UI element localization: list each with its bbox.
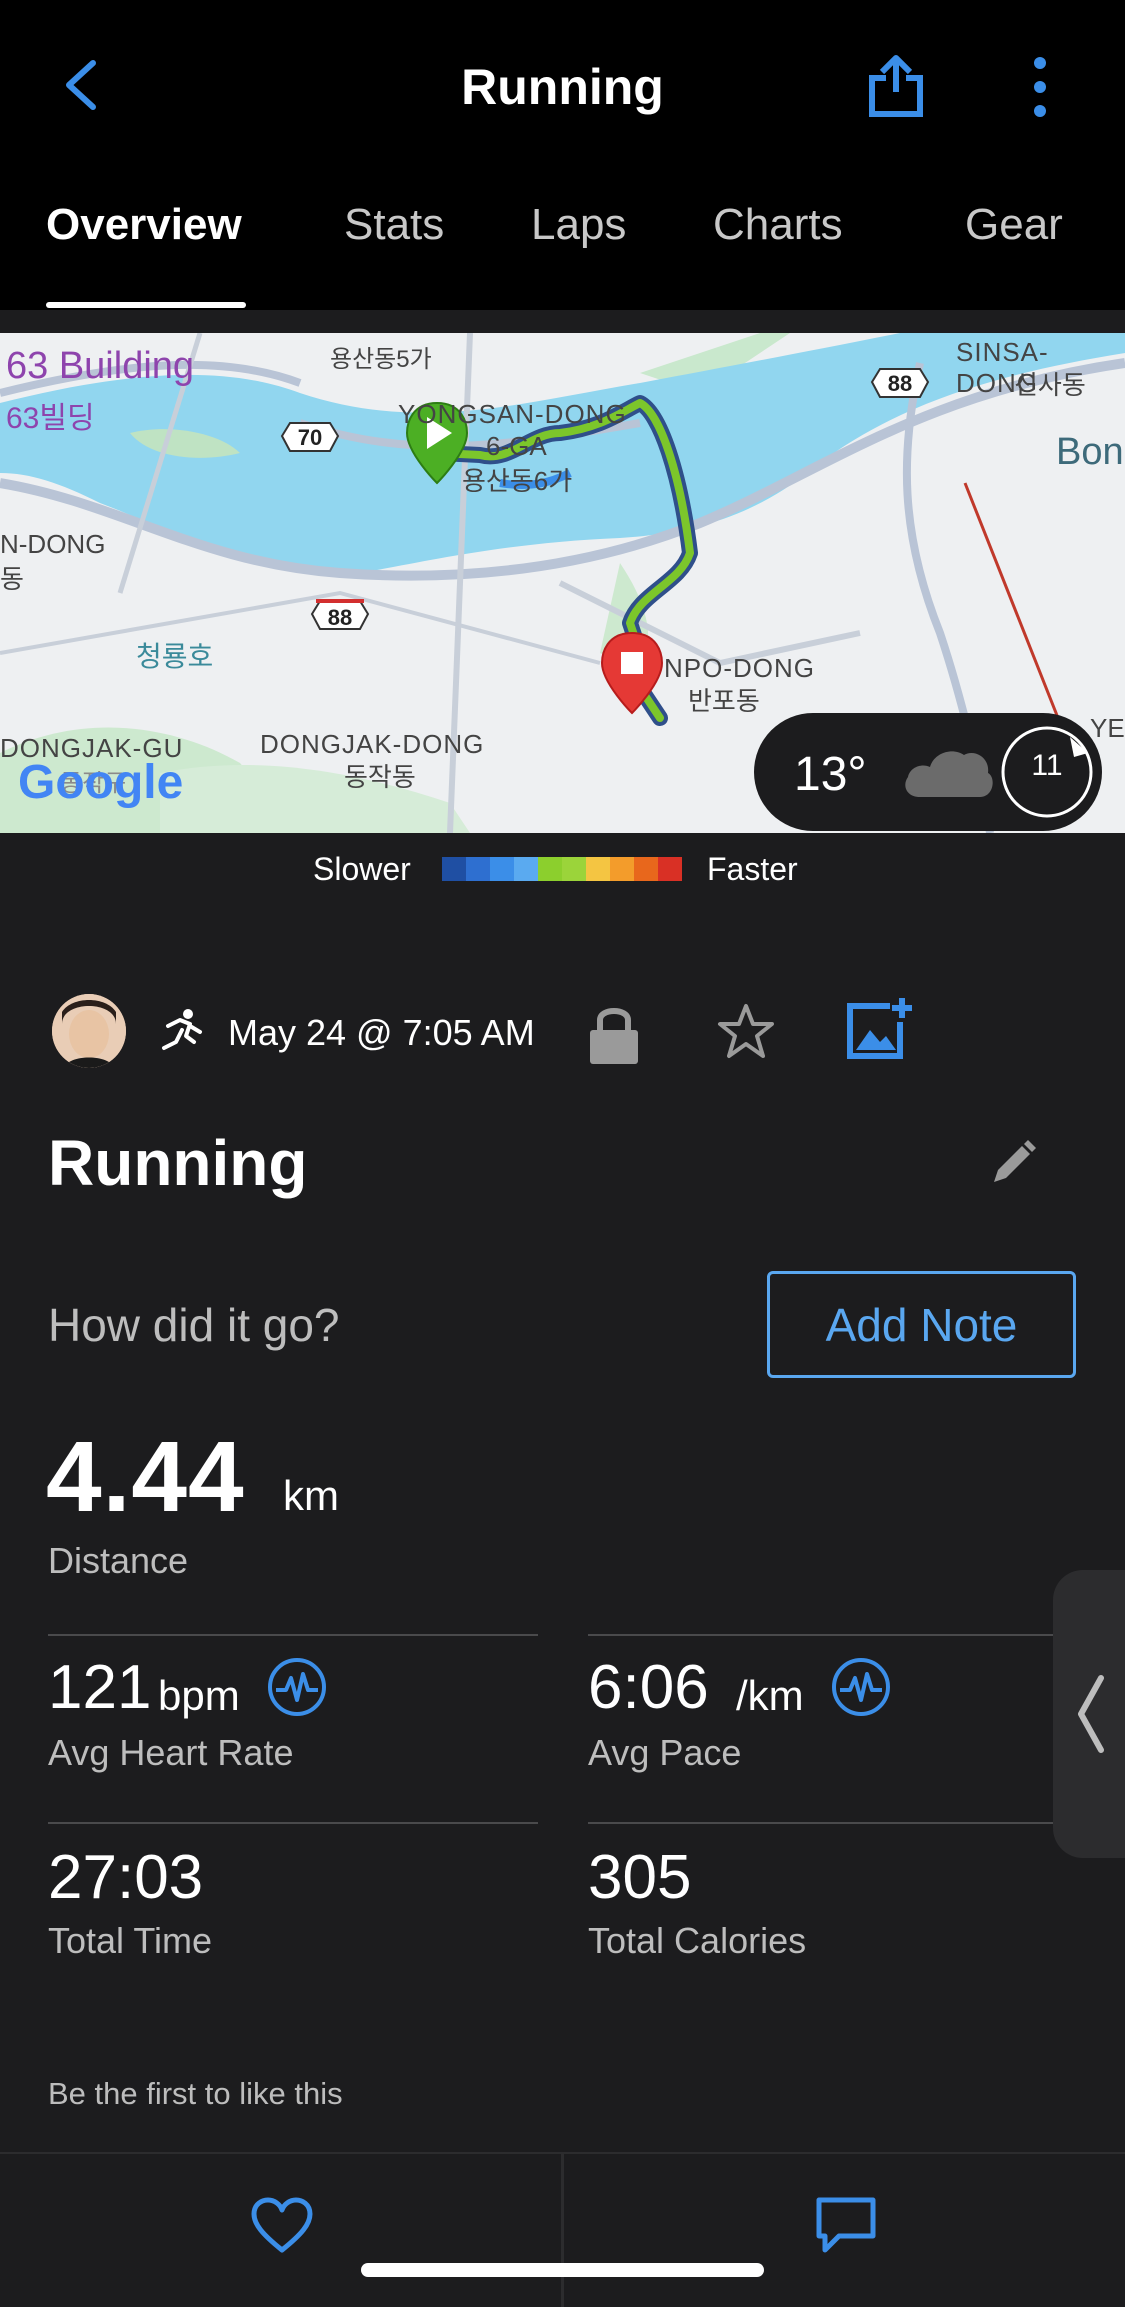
activity-date: May 24 @ 7:05 AM xyxy=(228,1012,535,1053)
pace-color-swatch xyxy=(658,857,682,881)
map-label-bon: Bon xyxy=(1056,431,1124,473)
wind-speed: 11 xyxy=(1031,749,1063,782)
pace-value: 6:06 xyxy=(588,1653,709,1722)
activity-meta-row: May 24 @ 7:05 AM xyxy=(0,990,1125,1072)
heart-rate-graph-icon[interactable] xyxy=(266,1656,328,1718)
total-time-label: Total Time xyxy=(48,1920,213,1961)
pace-unit: /km xyxy=(736,1672,804,1719)
how-did-it-go-label: How did it go? xyxy=(48,1299,340,1351)
pace-color-swatch xyxy=(562,857,586,881)
tab-overview[interactable]: Overview xyxy=(46,200,242,250)
map-label-banpo-ko: 반포동 xyxy=(688,686,760,716)
total-calories-label: Total Calories xyxy=(588,1920,807,1961)
pace-label: Avg Pace xyxy=(588,1732,742,1773)
divider xyxy=(588,1822,1058,1824)
lock-icon[interactable] xyxy=(588,1002,640,1066)
pace-color-swatch xyxy=(466,857,490,881)
map-label-building-ko: 63빌딩 xyxy=(6,402,95,435)
pace-color-swatch xyxy=(490,857,514,881)
route-shield-70: 70 xyxy=(297,425,323,450)
map-label-dongjak-dong-ko: 동작동 xyxy=(344,762,416,792)
pace-color-swatch xyxy=(586,857,610,881)
pace-color-swatch xyxy=(610,857,634,881)
distance-unit: km xyxy=(283,1472,339,1519)
pencil-icon[interactable] xyxy=(988,1138,1038,1188)
pace-legend: Slower Faster xyxy=(0,833,1125,908)
map-label-dongjak-dong: DONGJAK-DONG xyxy=(260,729,485,759)
avatar[interactable] xyxy=(52,994,126,1068)
home-indicator xyxy=(361,2263,764,2277)
distance-value: 4.44 xyxy=(46,1421,245,1533)
google-logo: Google xyxy=(18,756,184,809)
route-shield-88-a: 88 xyxy=(327,605,353,630)
heart-rate-unit: bpm xyxy=(158,1672,240,1719)
weather-temperature: 13° xyxy=(794,748,867,801)
bottom-divider xyxy=(561,2154,564,2307)
running-icon xyxy=(162,1009,202,1050)
map-label-dong-ko: 동 xyxy=(0,564,24,594)
map-label-sinsa-ko: 신사동 xyxy=(1014,370,1086,400)
map-label-6ga: 6-GA xyxy=(486,431,547,461)
map-label-banpo: NPO-DONG xyxy=(664,653,815,683)
pace-color-scale xyxy=(442,857,682,881)
top-bar: Running Overview Stats Laps Charts Gear xyxy=(0,0,1125,310)
total-time-value: 27:03 xyxy=(48,1843,204,1912)
tab-stats[interactable]: Stats xyxy=(344,200,444,250)
comment-icon[interactable] xyxy=(815,2196,877,2256)
total-calories-value: 305 xyxy=(588,1843,692,1912)
weather-badge[interactable]: 13° 11 xyxy=(754,713,1102,831)
page-title: Running xyxy=(461,59,664,115)
map-label-ndong: N-DONG xyxy=(0,529,106,559)
star-icon[interactable] xyxy=(716,1002,776,1062)
side-panel-handle[interactable] xyxy=(1053,1570,1125,1858)
map-label-yongsan: YONGSAN-DONG xyxy=(398,399,627,429)
legend-slower: Slower xyxy=(313,851,411,887)
pace-color-swatch xyxy=(442,857,466,881)
heart-icon[interactable] xyxy=(250,2196,314,2254)
bottom-action-bar xyxy=(0,2152,1125,2307)
map-label-building: 63 Building xyxy=(6,345,195,387)
route-map[interactable]: 63 Building 63빌딩 용산동5가 YONGSAN-DONG 6-GA… xyxy=(0,333,1125,833)
map-label-lake-ko: 청룡호 xyxy=(136,641,214,672)
likes-text: Be the first to like this xyxy=(48,2076,343,2111)
active-tab-indicator xyxy=(46,302,246,308)
pace-color-swatch xyxy=(634,857,658,881)
chevron-left-icon xyxy=(1078,1675,1104,1753)
cloud-icon xyxy=(905,751,993,797)
divider xyxy=(48,1822,538,1824)
legend-faster: Faster xyxy=(707,851,798,887)
divider xyxy=(48,1634,538,1636)
map-label-yongsan-ko-top: 용산동5가 xyxy=(330,346,432,373)
tab-gear[interactable]: Gear xyxy=(965,200,1063,250)
distance-label: Distance xyxy=(48,1540,189,1581)
pace-color-swatch xyxy=(514,857,538,881)
add-note-button[interactable]: Add Note xyxy=(767,1271,1076,1378)
pace-color-swatch xyxy=(538,857,562,881)
route-shield-88-b: 88 xyxy=(887,371,913,396)
pace-graph-icon[interactable] xyxy=(830,1656,892,1718)
tab-charts[interactable]: Charts xyxy=(713,200,843,250)
add-photo-icon[interactable] xyxy=(846,996,914,1060)
divider xyxy=(588,1634,1058,1636)
heart-rate-value: 121 xyxy=(48,1653,152,1722)
activity-name: Running xyxy=(48,1127,308,1199)
map-label-yongsan-ko: 용산동6가 xyxy=(462,466,573,496)
more-vertical-icon[interactable] xyxy=(1020,55,1060,120)
tab-laps[interactable]: Laps xyxy=(531,200,626,250)
heart-rate-label: Avg Heart Rate xyxy=(48,1732,294,1773)
share-icon[interactable] xyxy=(866,52,926,118)
tab-bar: Overview Stats Laps Charts Gear xyxy=(0,200,1125,310)
